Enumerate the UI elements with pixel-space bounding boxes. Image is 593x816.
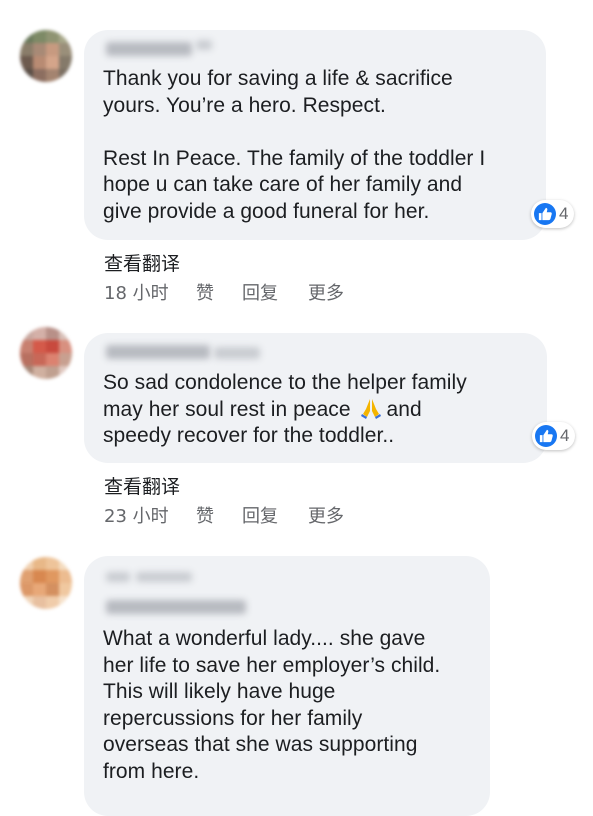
commenter-avatar[interactable] <box>20 327 72 379</box>
reply-button[interactable]: 回复 <box>242 279 308 305</box>
like-button[interactable]: 赞 <box>196 279 242 305</box>
comment-line: speedy recover for the toddler.. <box>103 424 395 448</box>
comment-text: Thank you for saving a life & sacrifice … <box>103 66 533 226</box>
comment-paragraph: Thank you for saving a life & sacrifice … <box>103 66 533 119</box>
commenter-name-redacted <box>214 347 260 359</box>
comment-line: her life to save her employer’s child. <box>103 653 441 677</box>
comment-text: What a wonderful lady.... she gave her l… <box>103 626 487 786</box>
comment-line: This will likely have huge <box>103 680 336 704</box>
comment-actions: 23 小时 赞 回复 更多 <box>104 502 344 528</box>
comment-line: may her soul rest in peace and <box>103 397 543 424</box>
comment-time: 23 小时 <box>104 506 169 527</box>
comment-line-part: and <box>386 397 422 421</box>
commenter-name-redacted[interactable] <box>106 42 192 56</box>
comment-line: Rest In Peace. The family of the toddler… <box>103 146 486 170</box>
comment-line: hope u can take care of her family and <box>103 173 463 197</box>
comment-actions: 18 小时 赞 回复 更多 <box>104 279 344 305</box>
comment-text: So sad condolence to the helper family m… <box>103 370 543 450</box>
see-translation-link[interactable]: 查看翻译 <box>104 472 180 499</box>
reply-button[interactable]: 回复 <box>242 502 308 528</box>
comment-line: give provide a good funeral for her. <box>103 199 430 223</box>
reaction-badge[interactable]: 4 <box>532 422 576 450</box>
commenter-name-redacted <box>196 40 212 50</box>
commenter-avatar[interactable] <box>20 557 72 609</box>
comment-line: So sad condolence to the helper family <box>103 371 467 394</box>
commenter-name-redacted <box>106 572 130 582</box>
commenter-name-redacted[interactable] <box>106 600 246 614</box>
comment-bubble: So sad condolence to the helper family m… <box>84 333 547 463</box>
more-button[interactable]: 更多 <box>308 279 344 305</box>
folded-hands-emoji <box>361 398 382 419</box>
see-translation-link[interactable]: 查看翻译 <box>104 249 180 276</box>
comment-line: overseas that she was supporting <box>103 733 418 757</box>
comment-line: What a wonderful lady.... she gave <box>103 627 426 650</box>
reaction-count: 4 <box>560 426 570 445</box>
commenter-name-redacted <box>136 572 192 582</box>
comment-line: repercussions for her family <box>103 706 363 730</box>
comment-bubble: What a wonderful lady.... she gave her l… <box>84 556 490 816</box>
comment-line: Thank you for saving a life & sacrifice <box>103 67 453 90</box>
commenter-avatar[interactable] <box>20 30 72 82</box>
like-button[interactable]: 赞 <box>196 502 242 528</box>
comment-paragraph: Rest In Peace. The family of the toddler… <box>103 146 533 226</box>
thumbs-up-icon <box>534 203 556 225</box>
comment-line: yours. You’re a hero. Respect. <box>103 93 386 117</box>
comment-time: 18 小时 <box>104 283 169 304</box>
reaction-count: 4 <box>559 204 569 223</box>
thumbs-up-icon <box>535 425 557 447</box>
comment-line-part: may her soul rest in peace <box>103 397 351 421</box>
commenter-name-redacted[interactable] <box>106 345 210 359</box>
comment-line: from here. <box>103 759 200 783</box>
more-button[interactable]: 更多 <box>308 502 344 528</box>
comment-bubble: Thank you for saving a life & sacrifice … <box>84 30 546 240</box>
reaction-badge[interactable]: 4 <box>531 200 575 228</box>
